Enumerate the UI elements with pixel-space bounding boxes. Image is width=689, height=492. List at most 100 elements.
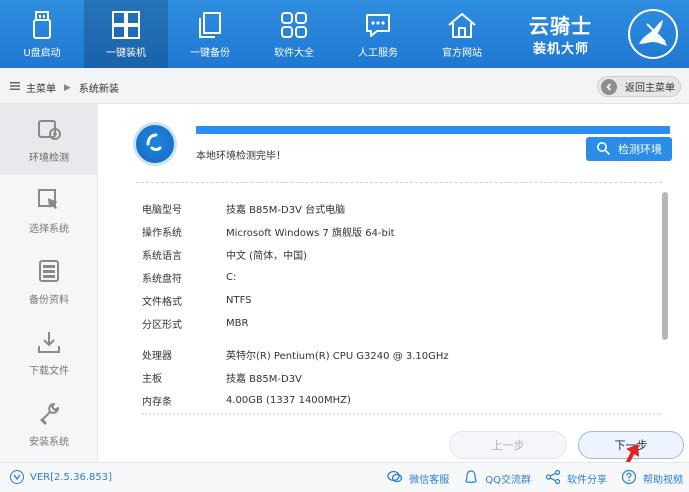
back-arrow-icon: [601, 78, 617, 95]
sidebar-item-environment-check[interactable]: 环境检测: [0, 104, 98, 175]
windows-grid-icon: [109, 8, 143, 42]
prev-step-button[interactable]: 上一步: [449, 431, 567, 459]
wechat-icon: [387, 469, 403, 488]
info-value: C:: [226, 272, 237, 283]
info-scrollbar[interactable]: [661, 192, 669, 414]
home-icon: [445, 8, 479, 42]
brand: 云骑士 装机大师: [529, 6, 679, 62]
knight-logo-icon: [627, 8, 679, 60]
qq-icon: [463, 469, 479, 488]
detect-button-label: 检测环境: [618, 143, 662, 156]
info-row: 主板 技嘉 B85M-D3V: [142, 366, 642, 389]
breadcrumb: 主菜单 ▶ 系统新装: [10, 80, 119, 95]
breadcrumb-current: 系统新装: [78, 84, 119, 95]
detect-progress-bar: [196, 126, 670, 134]
info-value: 4.00GB (1337 1400MHZ): [226, 395, 351, 406]
help-icon: [621, 469, 637, 488]
nav-item-usb-boot[interactable]: U盘启动: [0, 0, 84, 68]
copy-icon: [193, 8, 227, 42]
info-value: Microsoft Windows 7 旗舰版 64-bit: [226, 228, 395, 239]
info-row: 电脑型号 技嘉 B85M-D3V 台式电脑: [142, 197, 642, 220]
brand-name: 云骑士: [529, 14, 592, 38]
breadcrumb-root[interactable]: 主菜单: [26, 80, 56, 95]
backup-data-icon: [35, 257, 63, 285]
sidebar-item-install-system[interactable]: 安装系统: [0, 388, 98, 459]
apps-grid-icon: [277, 8, 311, 42]
footer-link-software-share[interactable]: 软件分享: [545, 469, 607, 488]
system-info-list: 电脑型号 技嘉 B85M-D3V 台式电脑 操作系统 Microsoft Windo…: [142, 197, 642, 412]
nav-item-manual-service[interactable]: 人工服务: [336, 0, 420, 68]
info-value: 中文 (简体，中国): [226, 251, 307, 262]
detect-status-text: 本地环境检测完毕！: [196, 151, 286, 162]
top-bar: U盘启动 一键装机 一键备份 软件大全 人工服务 官方网站 云骑士 装机大师: [0, 0, 689, 68]
sidebar-item-label: 安装系统: [29, 437, 69, 448]
select-system-icon: [35, 186, 63, 214]
footer-link-qq-group[interactable]: QQ交流群: [463, 469, 531, 488]
chat-bubble-icon: [361, 8, 395, 42]
download-icon: [35, 328, 63, 356]
nav-label: 人工服务: [358, 48, 398, 59]
info-value: MBR: [226, 318, 249, 329]
footer-link-wechat[interactable]: 微信客服: [387, 469, 449, 488]
nav-item-official-site[interactable]: 官方网站: [420, 0, 504, 68]
version-text: VER[2.5.36.853]: [30, 471, 112, 483]
info-key: 内存条: [142, 397, 172, 408]
info-key: 系统语言: [142, 251, 182, 262]
back-to-main-menu-button[interactable]: 返回主菜单: [597, 76, 681, 97]
usb-drive-icon: [25, 8, 59, 42]
install-wrench-icon: [35, 399, 63, 427]
info-value: 技嘉 B85M-D3V: [226, 374, 302, 385]
nav-item-one-click-backup[interactable]: 一键备份: [168, 0, 252, 68]
footer-link-help-video[interactable]: 帮助视频: [621, 469, 683, 488]
info-row: 系统盘符 C:: [142, 266, 642, 289]
info-row: 系统语言 中文 (简体，中国): [142, 243, 642, 266]
sidebar-item-backup-data[interactable]: 备份资料: [0, 246, 98, 317]
footer-link-label: 微信客服: [409, 475, 450, 486]
nav-label: 官方网站: [442, 48, 482, 59]
breadcrumb-bar: 主菜单 ▶ 系统新装 返回主菜单: [0, 68, 689, 104]
info-key: 操作系统: [142, 228, 182, 239]
sidebar: 环境检测 选择系统 备份资料 下载文件 安装系统: [0, 104, 98, 462]
info-key: 文件格式: [142, 297, 182, 308]
main-content: 本地环境检测完毕！ 检测环境 电脑型号 技嘉 B85M-D3V 台式电脑 操作系统…: [98, 104, 689, 484]
info-row: 操作系统 Microsoft Windows 7 旗舰版 64-bit: [142, 220, 642, 243]
info-row: 内存条 4.00GB (1337 1400MHZ): [142, 389, 642, 412]
sidebar-item-label: 下载文件: [29, 366, 69, 377]
footer: VER[2.5.36.853] 微信客服 QQ交流群 软件分享 帮助视频: [0, 462, 689, 492]
info-key: 系统盘符: [142, 274, 182, 285]
footer-link-label: QQ交流群: [485, 475, 531, 486]
sidebar-item-download-files[interactable]: 下载文件: [0, 317, 98, 388]
info-row: 分区形式 MBR: [142, 312, 642, 335]
nav-item-one-click-install[interactable]: 一键装机: [84, 0, 168, 68]
sidebar-item-label: 选择系统: [29, 224, 69, 235]
info-gap: [142, 335, 642, 343]
share-icon: [545, 469, 561, 488]
section-divider: [136, 182, 662, 183]
menu-icon: [10, 81, 20, 94]
info-row: 处理器 英特尔(R) Pentium(R) CPU G3240 @ 3.10GHz: [142, 343, 642, 366]
scroll-thumb[interactable]: [662, 192, 668, 340]
chevron-right-icon: ▶: [64, 82, 71, 93]
info-value: 英特尔(R) Pentium(R) CPU G3240 @ 3.10GHz: [226, 351, 449, 362]
version-check-icon[interactable]: [10, 470, 24, 484]
back-label: 返回主菜单: [625, 83, 675, 94]
footer-link-label: 帮助视频: [643, 475, 683, 486]
info-key: 分区形式: [142, 320, 182, 331]
sidebar-item-label: 备份资料: [29, 295, 69, 306]
top-nav: U盘启动 一键装机 一键备份 软件大全 人工服务 官方网站: [0, 0, 504, 68]
sidebar-item-label: 环境检测: [29, 153, 69, 164]
nav-label: 软件大全: [274, 48, 314, 59]
footer-link-label: 软件分享: [567, 475, 607, 486]
info-key: 主板: [142, 374, 162, 385]
sidebar-item-select-system[interactable]: 选择系统: [0, 175, 98, 246]
info-key: 电脑型号: [142, 205, 182, 216]
info-row: 文件格式 NTFS: [142, 289, 642, 312]
nav-label: U盘启动: [23, 48, 61, 59]
detect-environment-button[interactable]: 检测环境: [586, 137, 672, 161]
info-key: 处理器: [142, 351, 172, 362]
bottom-divider: [142, 413, 662, 415]
search-icon: [596, 141, 610, 158]
info-value: NTFS: [226, 295, 252, 306]
nav-item-software[interactable]: 软件大全: [252, 0, 336, 68]
nav-label: 一键装机: [106, 48, 146, 59]
